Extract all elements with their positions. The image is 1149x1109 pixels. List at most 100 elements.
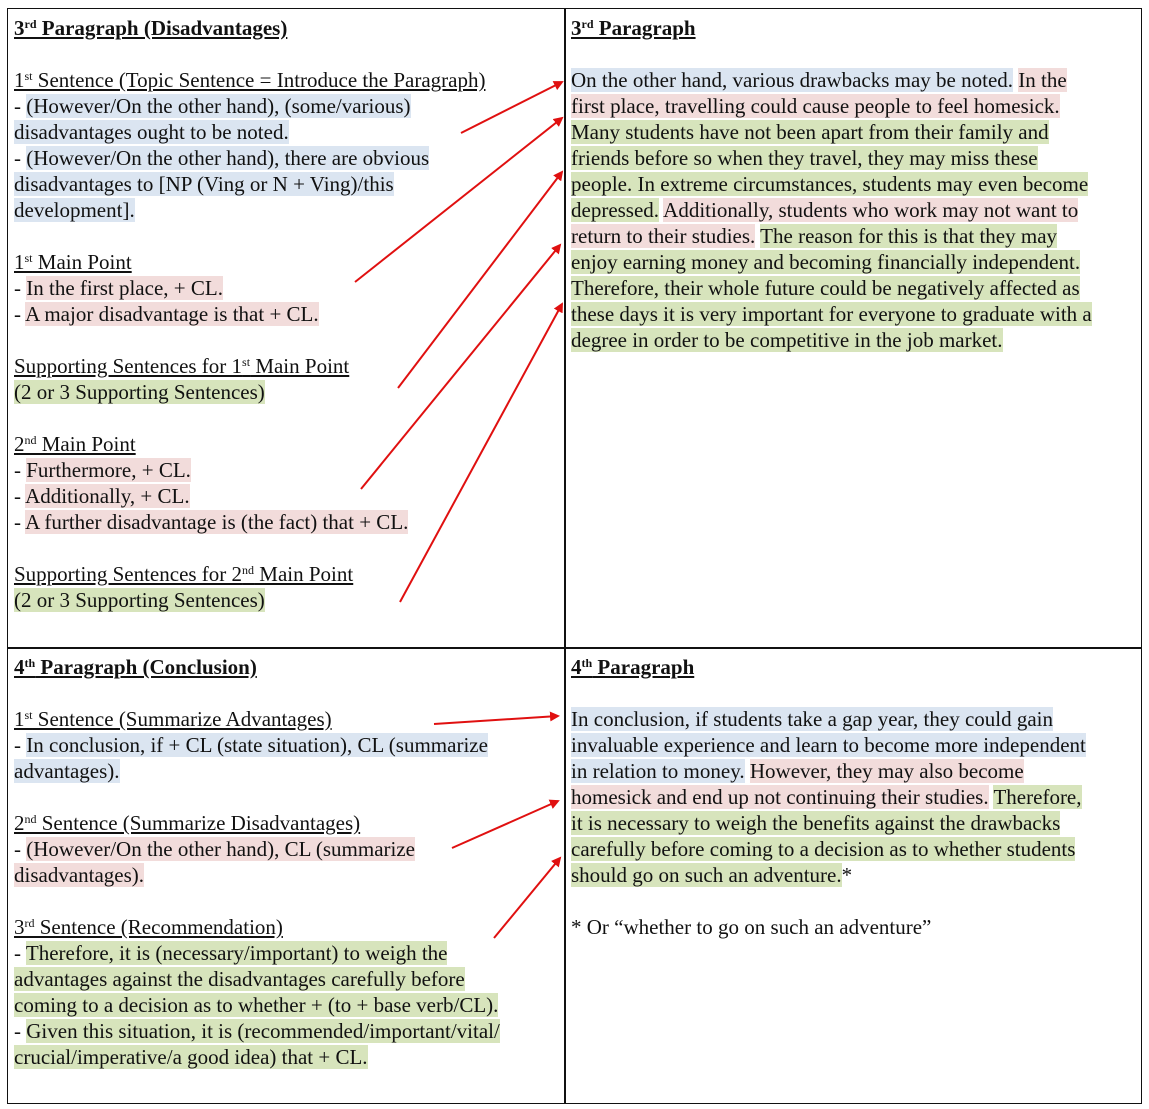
text-span: th — [581, 656, 593, 670]
cell-3rd-paragraph-example: 3rd Paragraph On the other hand, various… — [571, 15, 1137, 353]
text-span: In the first place, + CL. — [26, 276, 223, 300]
template-line: - In the first place, + CL. — [14, 275, 559, 301]
supporting-segment: depressed. — [571, 198, 660, 222]
template-line: disadvantages). — [14, 862, 559, 888]
template-line: disadvantages ought to be noted. — [14, 119, 559, 145]
main-point-segment: In the — [1018, 68, 1067, 92]
template-line: - (However/On the other hand), CL (summa… — [14, 836, 559, 862]
supporting-segment: people. In extreme circumstances, studen… — [571, 172, 1089, 196]
text-span: Given this situation, it is (recommended… — [26, 1019, 500, 1043]
text-span: - — [14, 1019, 27, 1043]
example-paragraph-text: On the other hand, various drawbacks may… — [571, 67, 1137, 353]
text-span: disadvantages ought to be noted. — [14, 120, 289, 144]
text-span: - — [14, 733, 27, 757]
text-span: 2 — [14, 432, 25, 456]
text-line: carefully before coming to a decision as… — [571, 836, 1137, 862]
text-span: - — [14, 510, 26, 534]
text-span: Main Point — [254, 562, 354, 586]
text-span: - — [14, 302, 26, 326]
supporting-segment: Many students have not been apart from t… — [571, 120, 1049, 144]
template-line: - In conclusion, if + CL (state situatio… — [14, 732, 559, 758]
text-span: - — [14, 458, 27, 482]
label-2nd-main-point: 2nd Main Point — [14, 431, 559, 457]
supporting-segment: carefully before coming to a decision as… — [571, 837, 1076, 861]
text-span: Main Point — [36, 432, 136, 456]
text-span: (However/On the other hand), (some/vario… — [26, 94, 411, 118]
cell-4th-paragraph-example: 4th Paragraph In conclusion, if students… — [571, 654, 1137, 940]
text-span: 4 — [571, 655, 582, 679]
label-ordinal: st — [24, 69, 33, 83]
text-span: nd — [24, 433, 37, 447]
supporting-segment: should go on such an adventure. — [571, 863, 842, 887]
topic-segment: invaluable experience and learn to becom… — [571, 733, 1086, 757]
text-span: (2 or 3 Supporting Sentences) — [14, 588, 265, 612]
text-span: 3 — [571, 16, 582, 40]
template-line: disadvantages to [NP (Ving or N + Ving)/… — [14, 171, 559, 197]
text-line: should go on such an adventure.* — [571, 862, 1137, 888]
cell-4th-paragraph-template: 4th Paragraph (Conclusion) 1st Sentence … — [14, 654, 559, 1070]
heading-3rd-paragraph-disadvantages: 3rd Paragraph (Disadvantages) — [14, 15, 559, 41]
text-span: A major disadvantage is that + CL. — [25, 302, 319, 326]
text-line: in relation to money. However, they may … — [571, 758, 1137, 784]
label-1st-sentence-summarize-advantages: 1st Sentence (Summarize Advantages) — [14, 706, 559, 732]
text-span: - — [14, 94, 27, 118]
template-line: - (However/On the other hand), there are… — [14, 145, 559, 171]
template-line: development]. — [14, 197, 559, 223]
text-span: crucial/imperative/a good idea) that + C… — [14, 1045, 368, 1069]
heading-text: Paragraph (Disadvantages) — [36, 16, 288, 40]
supporting-segment: friends before so when they travel, they… — [571, 146, 1038, 170]
topic-segment: in relation to money. — [571, 759, 745, 783]
text-span: 4 — [14, 655, 25, 679]
text-span: coming to a decision as to whether + (to… — [14, 993, 499, 1017]
text-span: Supporting Sentences for 2 — [14, 562, 243, 586]
plain-segment: * — [841, 863, 853, 887]
text-line: return to their studies. The reason for … — [571, 223, 1137, 249]
text-span: A further disadvantage is (the fact) tha… — [25, 510, 409, 534]
template-line: - A major disadvantage is that + CL. — [14, 301, 559, 327]
text-span: Main Point — [32, 250, 132, 274]
text-span: Paragraph — [593, 16, 696, 40]
text-span: Additionally, + CL. — [25, 484, 190, 508]
text-span: - — [14, 146, 27, 170]
text-span: - — [14, 276, 27, 300]
text-line: degree in order to be competitive in the… — [571, 327, 1137, 353]
label-text: Sentence (Topic Sentence = Introduce the… — [32, 68, 486, 92]
heading-4th-paragraph: 4th Paragraph — [571, 654, 1137, 680]
text-span: - — [14, 484, 26, 508]
main-point-segment: homesick and end up not continuing their… — [571, 785, 989, 809]
text-span: st — [24, 708, 33, 722]
text-span: th — [24, 656, 36, 670]
text-span: 1 — [14, 250, 25, 274]
text-span: Therefore, it is (necessary/important) t… — [25, 941, 448, 965]
label-supporting-sentences-2: Supporting Sentences for 2nd Main Point — [14, 561, 559, 587]
text-span: Supporting Sentences for 1 — [14, 354, 243, 378]
template-line: (2 or 3 Supporting Sentences) — [14, 587, 559, 613]
footnote: * Or “whether to go on such an adventure… — [571, 915, 932, 939]
cell-3rd-paragraph-template: 3rd Paragraph (Disadvantages) 1 st Senten… — [14, 15, 559, 613]
text-span: Main Point — [250, 354, 350, 378]
text-line: On the other hand, various drawbacks may… — [571, 67, 1137, 93]
text-span: rd — [24, 916, 35, 930]
text-span: nd — [242, 563, 255, 577]
supporting-segment: The reason for this is that they may — [760, 224, 1058, 248]
text-line: it is necessary to weigh the benefits ag… — [571, 810, 1137, 836]
label-3rd-sentence-recommendation: 3rd Sentence (Recommendation) — [14, 914, 559, 940]
example-conclusion-text: In conclusion, if students take a gap ye… — [571, 706, 1137, 888]
text-span: disadvantages to [NP (Ving or N + Ving)/… — [14, 172, 394, 196]
text-span: (However/On the other hand), there are o… — [26, 146, 430, 170]
text-line: Therefore, their whole future could be n… — [571, 275, 1137, 301]
template-line: crucial/imperative/a good idea) that + C… — [14, 1044, 559, 1070]
text-span: 3 — [14, 915, 25, 939]
text-line: Many students have not been apart from t… — [571, 119, 1137, 145]
text-span: - — [14, 837, 27, 861]
template-line: (2 or 3 Supporting Sentences) — [14, 379, 559, 405]
supporting-segment: these days it is very important for ever… — [571, 302, 1092, 326]
text-line: In conclusion, if students take a gap ye… — [571, 706, 1137, 732]
template-line: - Furthermore, + CL. — [14, 457, 559, 483]
topic-segment: In conclusion, if students take a gap ye… — [571, 707, 1054, 731]
text-span: In conclusion, if + CL (state situation)… — [26, 733, 488, 757]
label-2nd-sentence-summarize-disadvantages: 2nd Sentence (Summarize Disadvantages) — [14, 810, 559, 836]
supporting-segment: Therefore, their whole future could be n… — [571, 276, 1080, 300]
text-span: st — [242, 355, 251, 369]
main-point-segment: However, they may also become — [749, 759, 1024, 783]
